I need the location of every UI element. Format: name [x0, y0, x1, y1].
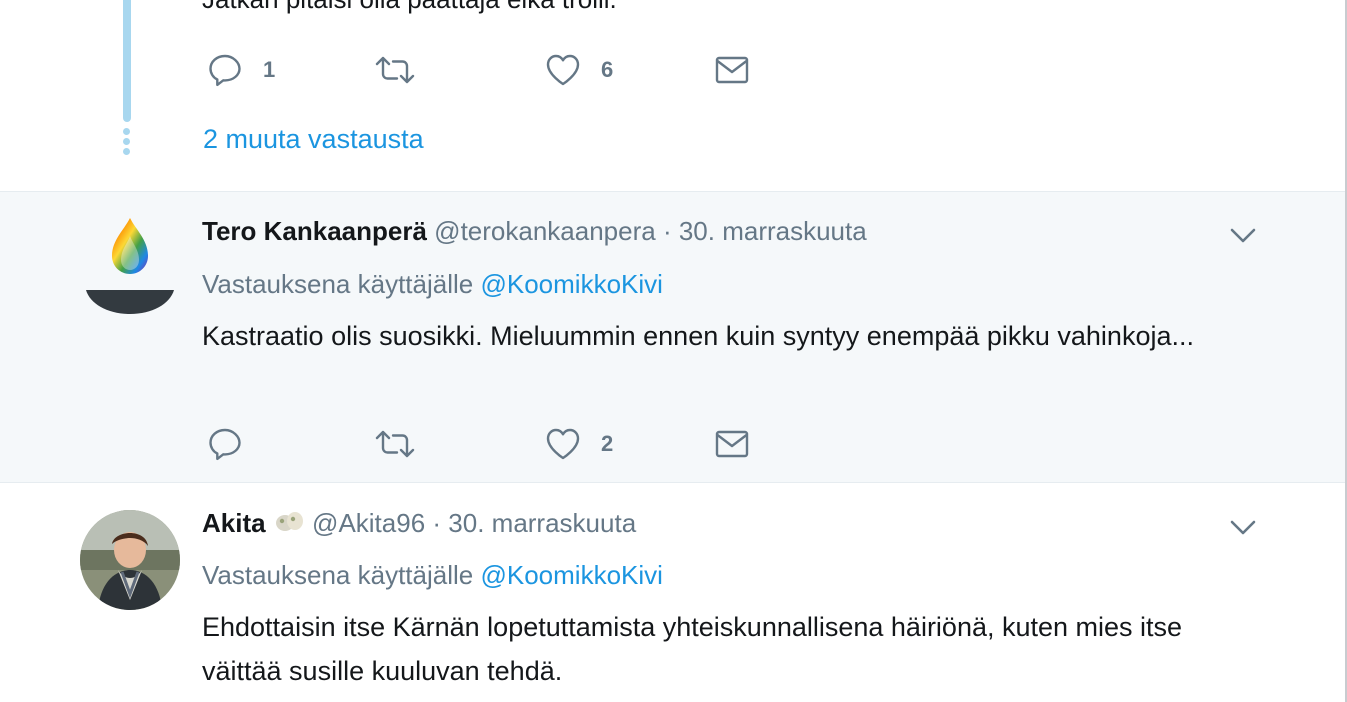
like-count: 6	[601, 57, 614, 82]
reply-button[interactable]	[205, 424, 263, 464]
chevron-down-icon	[1228, 228, 1258, 254]
like-count: 2	[601, 431, 614, 456]
chevron-down-icon	[1228, 520, 1258, 546]
direct-message-button[interactable]	[712, 424, 752, 464]
thread-connector-line	[123, 0, 131, 122]
tweet-menu-button[interactable]	[1228, 512, 1258, 547]
mention-link[interactable]: @KoomikkoKivi	[480, 560, 662, 590]
tweet-actions: 2	[205, 424, 765, 464]
mention-link[interactable]: @KoomikkoKivi	[480, 269, 662, 299]
heart-icon	[543, 424, 583, 464]
tweet-text: Kastraatio olis suosikki. Mieluummin enn…	[202, 321, 1194, 351]
reply-button[interactable]: 1	[205, 50, 275, 90]
retweet-button[interactable]	[373, 50, 435, 90]
reply-prefix: Vastauksena käyttäjälle	[202, 560, 474, 590]
handle[interactable]: @terokankaanpera	[434, 216, 656, 246]
avatar[interactable]	[80, 510, 180, 610]
envelope-icon	[712, 424, 752, 464]
avatar[interactable]	[82, 214, 178, 318]
tweet-separator	[0, 482, 1345, 483]
reply-icon	[205, 424, 245, 464]
timestamp[interactable]: · 30. marraskuuta	[432, 508, 636, 538]
like-button[interactable]: 6	[543, 50, 613, 90]
direct-message-button[interactable]	[712, 50, 752, 90]
handle[interactable]: @Akita96	[312, 508, 425, 538]
retweet-icon	[373, 424, 417, 464]
timestamp[interactable]: · 30. marraskuuta	[663, 216, 867, 246]
reply-prefix: Vastauksena käyttäjälle	[202, 269, 474, 299]
like-button[interactable]: 2	[543, 424, 613, 464]
reply-icon	[205, 50, 245, 90]
name-emoji-icon	[273, 509, 305, 542]
thread-connector-dots	[123, 128, 131, 158]
reply-count: 1	[263, 57, 276, 82]
reply-context: Vastauksena käyttäjälle @KoomikkoKivi	[202, 560, 663, 591]
heart-icon	[543, 50, 583, 90]
envelope-icon	[712, 50, 752, 90]
tweet-text: Ehdottaisin itse Kärnän lopetuttamista y…	[202, 612, 1183, 686]
display-name[interactable]: Tero Kankaanperä	[202, 216, 427, 246]
more-replies-link[interactable]: 2 muuta vastausta	[203, 124, 424, 155]
display-name[interactable]: Akita	[202, 508, 266, 538]
retweet-button[interactable]	[373, 424, 417, 464]
tweet-text: Jätkän pitäisi olla päättäjä eikä trolli…	[202, 0, 617, 14]
tweet-header: Akita @Akita96 · 30. marraskuuta	[202, 508, 636, 542]
retweet-icon	[373, 50, 417, 90]
tweet-header: Tero Kankaanperä @terokankaanpera · 30. …	[202, 216, 867, 247]
reply-context: Vastauksena käyttäjälle @KoomikkoKivi	[202, 269, 663, 300]
tweet-menu-button[interactable]	[1228, 220, 1258, 255]
tweet-actions: 1 6	[205, 50, 765, 90]
